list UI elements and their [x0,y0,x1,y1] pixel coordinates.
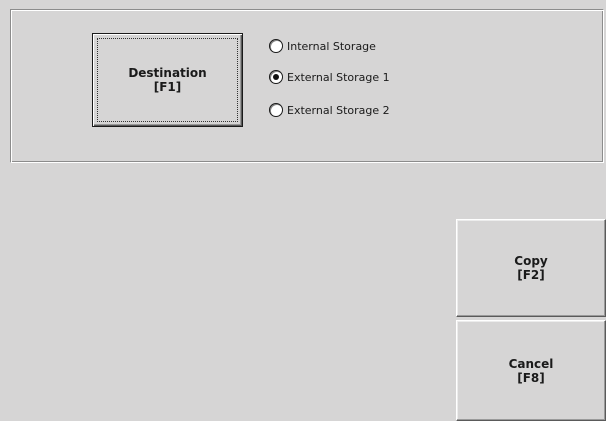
radio-internal-storage-label: Internal Storage [287,39,376,53]
radio-external-storage-2[interactable]: External Storage 2 [269,102,390,118]
cancel-button-key: [F8] [517,370,545,385]
radio-internal-storage[interactable]: Internal Storage [269,38,376,54]
destination-button-label: Destination [F1] [128,66,206,94]
radio-unselected-icon [269,39,283,53]
copy-button-title: Copy [514,254,548,268]
cancel-button-label: Cancel [F8] [509,357,554,385]
radio-dot-icon [273,74,279,80]
file-copy-screen: Destination [F1] Internal Storage Extern… [0,0,606,421]
destination-button[interactable]: Destination [F1] [92,33,243,127]
cancel-button-title: Cancel [508,356,554,371]
destination-button-title: Destination [128,66,207,80]
cancel-button[interactable]: Cancel [F8] [456,320,606,421]
radio-unselected-icon [269,103,283,117]
radio-selected-icon [269,70,283,84]
radio-external-storage-1[interactable]: External Storage 1 [269,69,390,85]
radio-external-storage-2-label: External Storage 2 [287,103,390,117]
copy-button-label: Copy [F2] [514,254,547,282]
copy-button[interactable]: Copy [F2] [456,219,606,317]
radio-external-storage-1-label: External Storage 1 [287,70,390,84]
destination-button-key: [F1] [153,80,182,94]
copy-button-key: [F2] [517,268,545,282]
